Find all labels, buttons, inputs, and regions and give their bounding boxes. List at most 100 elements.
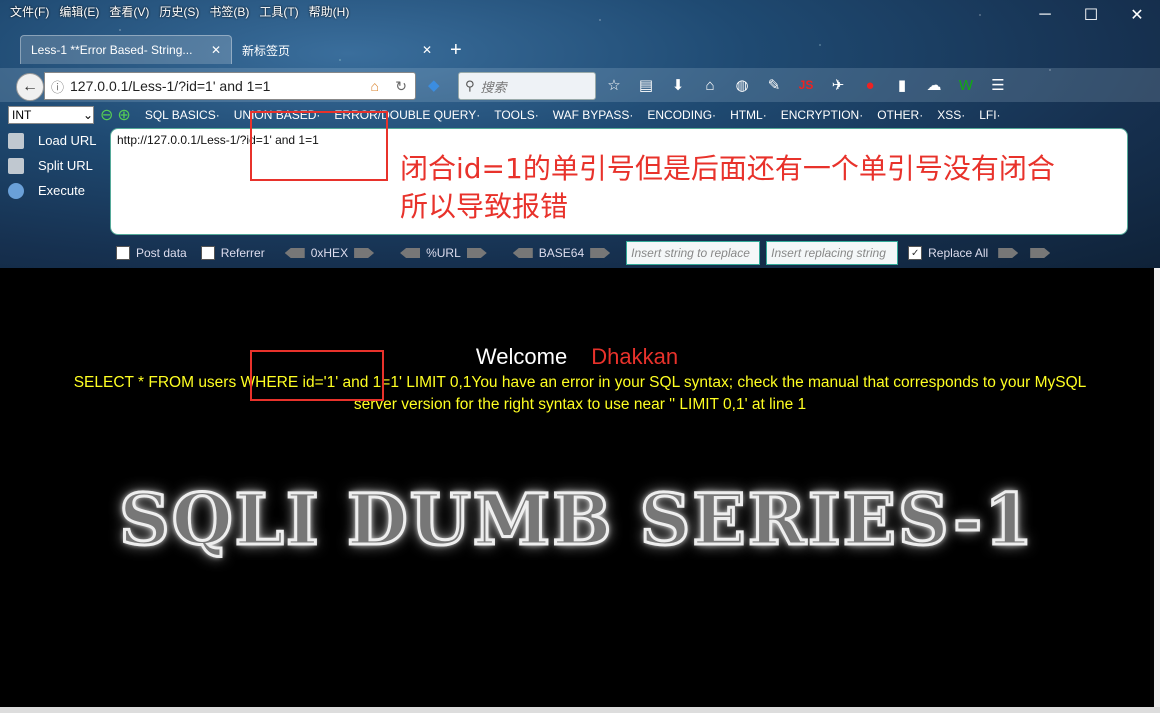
menu-help[interactable]: 帮助(H) (309, 3, 350, 20)
menu-xss[interactable]: XSS· (937, 108, 965, 122)
execute-button[interactable]: Execute (8, 178, 108, 203)
tab-less-1[interactable]: Less-1 **Error Based- String... ✕ (20, 35, 232, 64)
menu-encryption[interactable]: ENCRYPTION· (781, 108, 863, 122)
base64-converter[interactable]: BASE64 (507, 246, 616, 260)
annotation-line-2: 所以导致报错 (400, 190, 569, 223)
encode-arrow-icon[interactable] (400, 248, 421, 258)
load-url-button[interactable]: Load URL (8, 128, 108, 153)
split-url-label: Split URL (38, 158, 93, 173)
url-converter[interactable]: %URL (394, 246, 493, 260)
annotation-line-1: 闭合id=1的单引号但是后面还有一个单引号没有闭合 (400, 152, 1055, 185)
hex-label: 0xHEX (310, 246, 349, 260)
maximize-icon[interactable]: ☐ (1068, 0, 1114, 30)
close-window-icon[interactable]: ✕ (1114, 0, 1160, 30)
checkbox-checked-icon: ✓ (908, 246, 923, 260)
menu-html[interactable]: HTML· (730, 108, 767, 122)
right-scrollbar[interactable] (1154, 268, 1160, 713)
decode-arrow-icon[interactable] (354, 248, 375, 258)
load-url-icon (8, 132, 24, 149)
hex-converter[interactable]: 0xHEX (279, 246, 380, 260)
annotation-box-sql (250, 350, 384, 401)
replace-arrows[interactable] (992, 248, 1056, 258)
referrer-checkbox[interactable]: Referrer (200, 246, 265, 260)
decode-arrow-icon[interactable] (466, 248, 487, 258)
replace-arrow-icon[interactable] (998, 248, 1019, 258)
tab-new[interactable]: 新标签页 ✕ (232, 36, 442, 64)
split-url-button[interactable]: Split URL (8, 153, 108, 178)
chevron-down-icon: ⌄ (82, 108, 93, 122)
shield-icon[interactable]: W (956, 74, 976, 96)
tab-label: 新标签页 (242, 43, 291, 58)
browser-chrome: 文件(F) 编辑(E) 查看(V) 历史(S) 书签(B) 工具(T) 帮助(H… (0, 0, 1160, 268)
menu-edit[interactable]: 编辑(E) (59, 3, 99, 20)
annotation-box-url (250, 111, 388, 181)
post-data-checkbox[interactable]: Post data (116, 246, 187, 260)
menu-history[interactable]: 历史(S) (159, 3, 199, 20)
url-text: 127.0.0.1/Less-1/?id=1' and 1=1 (70, 78, 271, 94)
close-tab-icon[interactable]: ✕ (211, 43, 221, 57)
plus-icon[interactable]: ⊕ (117, 105, 130, 125)
welcome-heading: Welcome Dhakkan (0, 344, 1154, 370)
download-icon[interactable]: ⬇ (668, 74, 688, 96)
home-site-icon[interactable]: ⌂ (371, 78, 379, 94)
close-tab-icon[interactable]: ✕ (422, 43, 432, 57)
bottom-scrollbar[interactable] (0, 707, 1160, 713)
post-data-label: Post data (136, 246, 187, 260)
insert-string-placeholder: Insert string to replace (631, 246, 750, 260)
replacing-string-placeholder: Insert replacing string (771, 246, 886, 260)
home-icon[interactable]: ⌂ (700, 74, 720, 96)
url-label: %URL (426, 246, 461, 260)
menu-sql-basics[interactable]: SQL BASICS· (145, 108, 220, 122)
execute-label: Execute (38, 183, 85, 198)
extension-icon[interactable]: ▮ (892, 74, 912, 96)
menu-tools[interactable]: TOOLS· (494, 108, 538, 122)
palette-icon[interactable]: ✎ (764, 74, 784, 96)
js-icon[interactable]: JS (796, 74, 816, 96)
user-name: Dhakkan (591, 344, 679, 369)
weather-icon[interactable]: ☁ (924, 74, 944, 96)
decode-arrow-icon[interactable] (590, 248, 611, 258)
tool-icon[interactable]: ✈ (828, 74, 848, 96)
sql-error-message: SELECT * FROM users WHERE id='1' and 1=1… (20, 372, 1140, 416)
tab-bar: Less-1 **Error Based- String... ✕ 新标签页 ✕… (20, 35, 462, 64)
checkbox-icon (200, 246, 215, 260)
back-arrow-icon[interactable]: ← (16, 73, 44, 101)
minimize-icon[interactable]: ─ (1022, 0, 1068, 30)
replace-all-label: Replace All (928, 246, 989, 260)
menu-other[interactable]: OTHER· (877, 108, 923, 122)
record-icon[interactable]: ● (860, 74, 880, 96)
globe-icon[interactable]: ◍ (732, 74, 752, 96)
reader-icon[interactable]: ▤ (636, 74, 656, 96)
menu-view[interactable]: 查看(V) (109, 3, 149, 20)
search-input[interactable]: ⚲ 搜索 (458, 72, 596, 100)
menu-file[interactable]: 文件(F) (10, 3, 49, 20)
menu-encoding[interactable]: ENCODING· (647, 108, 716, 122)
menu-bookmarks[interactable]: 书签(B) (209, 3, 249, 20)
type-select[interactable]: INT ⌄ (8, 106, 94, 124)
minus-icon[interactable]: ⊖ (100, 105, 113, 125)
replacing-string-input[interactable]: Insert replacing string (766, 241, 899, 265)
hackbar-menubar: INT ⌄ ⊖ ⊕ SQL BASICS· UNION BASED· ERROR… (0, 104, 1160, 126)
reload-icon[interactable]: ↻ (395, 78, 407, 95)
encode-arrow-icon[interactable] (284, 248, 305, 258)
menu-waf-bypass[interactable]: WAF BYPASS· (553, 108, 634, 122)
bookmark-star-icon[interactable]: ☆ (604, 74, 624, 96)
hackbar-options: Post data Referrer 0xHEX %URL BASE64 Ins… (0, 240, 1160, 266)
encode-arrow-icon[interactable] (512, 248, 533, 258)
hackbar-actions: Load URL Split URL Execute (8, 128, 108, 203)
execute-icon (8, 182, 24, 199)
url-bar[interactable]: ⓘ 127.0.0.1/Less-1/?id=1' and 1=1 ⌂ ↻ (44, 72, 416, 100)
replace-right-arrow-icon[interactable] (1030, 248, 1051, 258)
insert-string-input[interactable]: Insert string to replace (626, 241, 761, 265)
menu-lfi[interactable]: LFI· (979, 108, 1000, 122)
info-icon[interactable]: ⓘ (51, 77, 64, 96)
sql-line-2: server version for the right syntax to u… (353, 396, 807, 413)
search-icon: ⚲ (465, 78, 475, 93)
search-placeholder: 搜索 (480, 79, 507, 95)
bird-icon[interactable]: ◆ (428, 76, 440, 94)
replace-all-checkbox[interactable]: ✓ Replace All (908, 246, 988, 260)
new-tab-button[interactable]: + (450, 39, 462, 62)
base64-label: BASE64 (538, 246, 585, 260)
hamburger-menu-icon[interactable]: ☰ (988, 74, 1008, 96)
menu-tools[interactable]: 工具(T) (259, 3, 298, 20)
